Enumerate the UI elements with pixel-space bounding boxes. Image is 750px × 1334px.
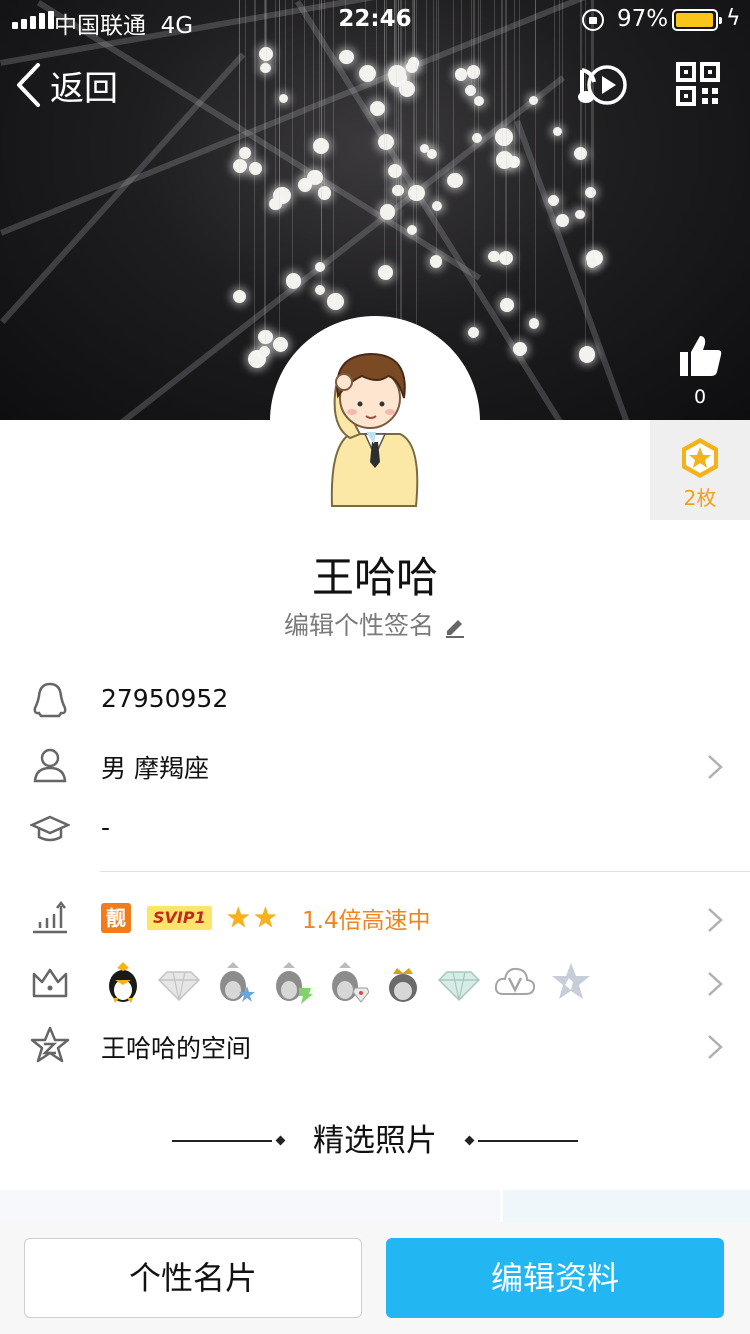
featured-photos-title: 精选照片 [313,1123,437,1159]
qr-code-icon [676,62,720,106]
star-icon [552,963,590,999]
green-bolt-penguin-icon [276,962,313,1004]
level-chart-icon [30,898,70,938]
bottom-action-bar: 个性名片 编辑资料 [0,1222,750,1334]
cloud-v-icon [494,967,536,995]
green-diamond-icon [437,971,481,1002]
pencil-icon [446,620,464,638]
crown-penguin-icon [389,968,417,1002]
back-button[interactable]: 返回 [14,60,118,110]
chevron-right-icon [708,908,723,932]
privilege-icons [101,950,593,1014]
avatar-illustration [330,352,419,507]
thumbs-up-icon [680,336,722,376]
graduation-cap-icon [28,809,72,849]
penguin-outline-icon [30,680,70,720]
music-play-icon [578,65,627,105]
education-value: - [101,813,111,842]
gender-constellation: 男 摩羯座 [101,754,209,783]
vip-badges: 靓 SVIP1 ★ ★ 1.4倍高速中 [101,886,431,950]
qr-code-button[interactable] [676,62,720,106]
crown-outline-icon [30,962,70,1002]
battery-icon [672,9,722,31]
diamond-icon [157,971,201,1002]
star-badge-icon [682,438,718,478]
qq-number: 27950952 [101,684,229,713]
battery-percent: 97% [617,6,669,32]
status-bar: 中国联通 4G 22:46 97% ϟ [0,0,750,40]
rotation-lock-icon [582,9,604,31]
edit-signature-button[interactable]: 编辑个性签名 [0,606,750,642]
qq-number-row: 27950952 [0,668,750,732]
qzone-row[interactable]: 王哈哈的空间 [0,1013,750,1077]
level-star-icon: ★ [252,901,278,934]
education-row: - [0,797,750,861]
avatar[interactable] [270,316,480,526]
back-label: 返回 [50,68,118,109]
like-count: 0 [693,386,707,408]
qzone-star-icon [30,1025,70,1065]
privileges-row[interactable] [0,950,750,1014]
qzone-label: 王哈哈的空间 [101,1034,252,1063]
blue-star-penguin-icon [220,962,255,1002]
like-button[interactable]: 0 [672,332,728,408]
music-play-button[interactable] [578,60,630,110]
level-stars: ★ ★ [226,903,278,933]
profile-name: 王哈哈 [311,553,438,602]
speed-text: 1.4倍高速中 [301,908,431,934]
featured-photos-header: 精选照片 [0,1118,750,1164]
chevron-right-icon [708,972,723,996]
chevron-left-icon [17,63,40,107]
charging-icon: ϟ [726,6,741,31]
badge-button[interactable]: 2枚 [650,420,750,520]
chevron-right-icon [708,1035,723,1059]
level-star-icon: ★ [225,901,251,934]
person-icon [30,745,70,785]
divider [100,871,750,872]
red-gem-penguin-icon [332,962,369,1003]
vip-row[interactable]: 靓 SVIP1 ★ ★ 1.4倍高速中 [0,886,750,950]
qq-penguin-icon [109,962,137,1003]
edit-profile-button[interactable]: 编辑资料 [386,1238,724,1318]
gender-row[interactable]: 男 摩羯座 [0,733,750,797]
personal-card-button[interactable]: 个性名片 [24,1238,362,1318]
svip-badge: SVIP1 [147,906,212,930]
signature-label: 编辑个性签名 [283,611,434,640]
nav-bar: 返回 [0,52,750,116]
liang-badge: 靓 [101,903,131,933]
badge-count: 2枚 [683,486,717,510]
chevron-right-icon [708,755,723,779]
